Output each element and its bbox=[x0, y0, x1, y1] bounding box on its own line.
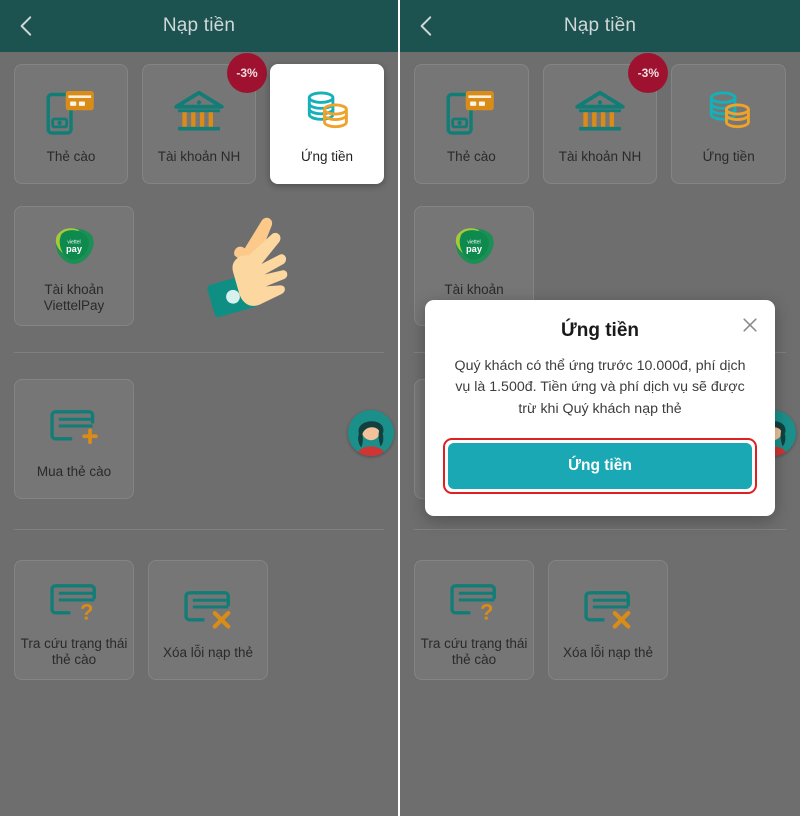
card-ung-tien[interactable]: Ứng tiền bbox=[270, 64, 384, 184]
support-row: Tra cứu trạng thái thẻ cào Xóa lỗi nạp t… bbox=[414, 560, 786, 680]
ung-tien-confirm-button[interactable]: Ứng tiền bbox=[448, 442, 752, 489]
app-bar-right: Nạp tiền bbox=[400, 0, 800, 52]
buy-card-row: Mua thẻ cào bbox=[14, 379, 384, 499]
discount-badge: -3% bbox=[227, 53, 268, 93]
page-title: Nạp tiền bbox=[162, 15, 236, 36]
card-tai-khoan-nh[interactable]: -3% Tài khoản NH bbox=[142, 53, 268, 184]
card-label: Tài khoản ViettelPay bbox=[44, 282, 105, 315]
content-right: Thẻ cào -3% Tài khoản NH Ứng tiền Tài kh… bbox=[400, 52, 800, 816]
card-label: Thẻ cào bbox=[446, 148, 496, 164]
card-the-cao[interactable]: Thẻ cào bbox=[414, 64, 529, 184]
topup-methods-row: Thẻ cào -3% Tài khoản NH Ứng tiền bbox=[14, 53, 384, 184]
left-screen: Nạp tiền Thẻ cào -3% Tài khoản NH Ứng ti… bbox=[0, 0, 400, 816]
card-error-icon bbox=[181, 579, 235, 637]
card-label-line2: thẻ cào bbox=[51, 652, 97, 667]
card-label: Tài khoản NH bbox=[157, 148, 241, 164]
card-label-line2: ViettelPay bbox=[43, 298, 105, 313]
back-button[interactable] bbox=[412, 11, 442, 41]
card-label: Mua thẻ cào bbox=[36, 463, 112, 479]
page-title: Nạp tiền bbox=[563, 15, 637, 36]
card-label-line1: Tra cứu trạng thái bbox=[420, 635, 528, 651]
dual-screen-container: Nạp tiền Thẻ cào -3% Tài khoản NH Ứng ti… bbox=[0, 0, 800, 816]
card-tai-khoan-viettelpay[interactable]: Tài khoản ViettelPay bbox=[14, 206, 134, 326]
content-left: Thẻ cào -3% Tài khoản NH Ứng tiền Tài kh… bbox=[0, 52, 398, 816]
discount-badge: -3% bbox=[628, 53, 669, 93]
viettelpay-logo-icon bbox=[447, 218, 501, 276]
card-label: Tài khoản NH bbox=[558, 148, 642, 164]
card-plus-icon bbox=[47, 398, 101, 456]
user-avatar[interactable] bbox=[348, 410, 394, 456]
card-error-icon bbox=[581, 579, 635, 637]
card-label-line1: Tra cứu trạng thái bbox=[20, 635, 128, 651]
card-label: Thẻ cào bbox=[46, 148, 96, 164]
right-screen: Nạp tiền Thẻ cào -3% Tài khoản NH Ứng ti… bbox=[400, 0, 800, 816]
card-question-icon bbox=[47, 572, 101, 630]
ung-tien-dialog: Ứng tiền Quý khách có thể ứng trước 10.0… bbox=[425, 300, 775, 516]
card-tai-khoan-nh[interactable]: -3% Tài khoản NH bbox=[542, 53, 669, 184]
support-row: Tra cứu trạng thái thẻ cào Xóa lỗi nạp t… bbox=[14, 560, 384, 680]
card-xoa-loi-nap-the[interactable]: Xóa lỗi nạp thẻ bbox=[148, 560, 268, 680]
card-label: Xóa lỗi nạp thẻ bbox=[562, 644, 654, 660]
back-button[interactable] bbox=[12, 11, 42, 41]
bank-icon bbox=[572, 83, 628, 141]
card-xoa-loi-nap-the[interactable]: Xóa lỗi nạp thẻ bbox=[548, 560, 668, 680]
dialog-panel: Ứng tiền Quý khách có thể ứng trước 10.0… bbox=[425, 300, 775, 516]
card-question-icon bbox=[447, 572, 501, 630]
phone-card-icon bbox=[443, 83, 499, 141]
coins-icon bbox=[300, 83, 354, 141]
card-tra-cuu-trang-thai[interactable]: Tra cứu trạng thái thẻ cào bbox=[14, 560, 134, 680]
dialog-title: Ứng tiền bbox=[560, 320, 640, 341]
card-label: Ứng tiền bbox=[702, 148, 755, 164]
card-label: Ứng tiền bbox=[300, 148, 354, 164]
viettelpay-logo-icon bbox=[47, 218, 101, 276]
card-label: Tra cứu trạng thái thẻ cào bbox=[421, 636, 528, 669]
card-the-cao[interactable]: Thẻ cào bbox=[14, 64, 129, 184]
card-label: Tra cứu trạng thái thẻ cào bbox=[21, 636, 128, 669]
cta-annotation-ring: Ứng tiền bbox=[443, 437, 757, 494]
coins-icon bbox=[702, 83, 756, 141]
card-tra-cuu-trang-thai[interactable]: Tra cứu trạng thái thẻ cào bbox=[414, 560, 534, 680]
card-label-line1: Tài khoản bbox=[44, 281, 104, 297]
card-label-line2: thẻ cào bbox=[451, 652, 497, 667]
topup-methods-row: Thẻ cào -3% Tài khoản NH Ứng tiền bbox=[414, 53, 787, 184]
phone-card-icon bbox=[43, 83, 99, 141]
bank-icon bbox=[171, 83, 227, 141]
pointing-hand-cursor bbox=[196, 210, 314, 330]
dialog-message: Quý khách có thể ứng trước 10.000đ, phí … bbox=[454, 358, 746, 417]
card-label-line1: Tài khoản bbox=[444, 281, 504, 297]
app-bar-left: Nạp tiền bbox=[0, 0, 398, 52]
card-mua-the-cao[interactable]: Mua thẻ cào bbox=[14, 379, 134, 499]
card-label: Xóa lỗi nạp thẻ bbox=[162, 644, 254, 660]
card-ung-tien[interactable]: Ứng tiền bbox=[671, 64, 787, 184]
close-icon[interactable] bbox=[739, 314, 761, 336]
